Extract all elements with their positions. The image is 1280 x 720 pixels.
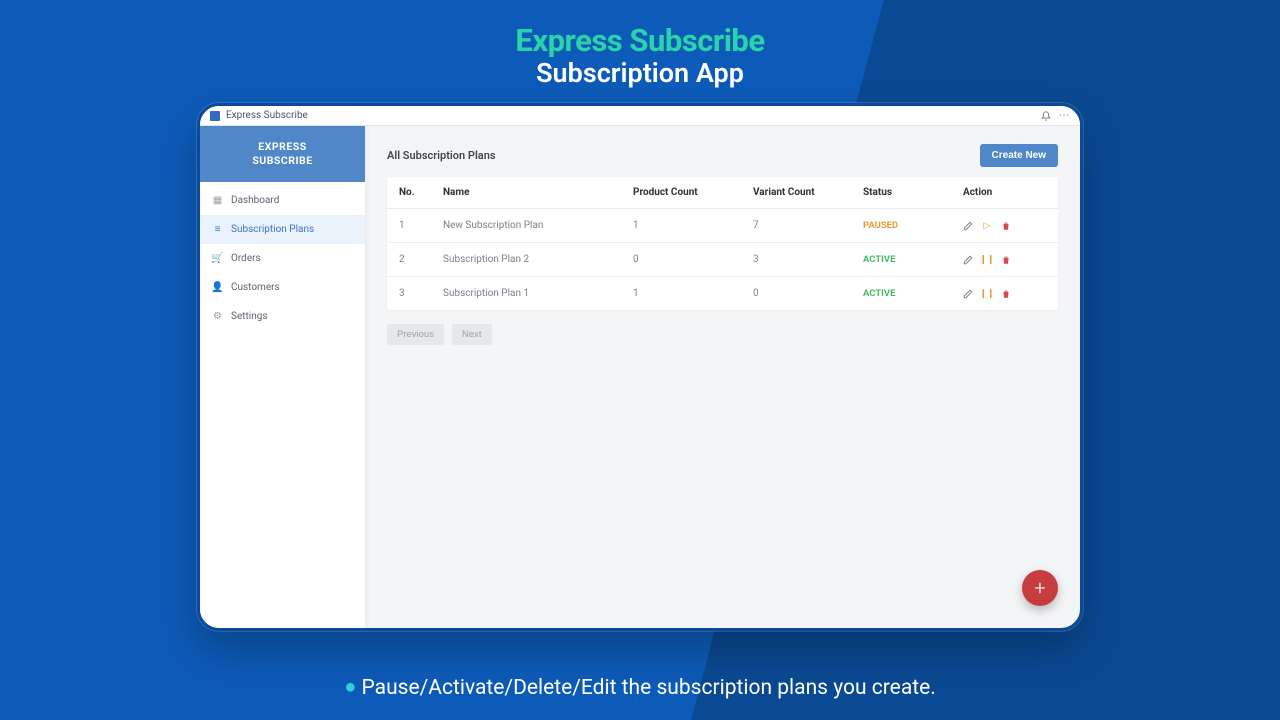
customers-icon: 👤 (212, 282, 223, 293)
titlebar-app-name: Express Subscribe (226, 110, 308, 121)
hero-title: Express Subscribe (0, 22, 1280, 59)
sidebar-nav: ▦ Dashboard ≡ Subscription Plans 🛒 Order… (200, 182, 365, 331)
cell-product-count: 1 (621, 209, 741, 243)
brand-block: EXPRESS SUBSCRIBE (200, 126, 365, 182)
next-button[interactable]: Next (452, 324, 492, 345)
table-row: 1New Subscription Plan17PAUSED▷ (387, 209, 1058, 243)
hero-subtitle: Subscription App (0, 57, 1280, 89)
cell-product-count: 1 (621, 277, 741, 311)
edit-icon[interactable] (963, 289, 973, 299)
sidebar-item-orders[interactable]: 🛒 Orders (200, 244, 365, 273)
cell-name: Subscription Plan 1 (431, 277, 621, 311)
dashboard-icon: ▦ (212, 195, 223, 206)
hero-header: Express Subscribe Subscription App (0, 0, 1280, 89)
cell-product-count: 0 (621, 243, 741, 277)
cell-variant-count: 3 (741, 243, 851, 277)
sidebar-item-label: Customers (231, 282, 280, 293)
play-icon[interactable]: ▷ (982, 221, 992, 231)
bullet-icon: ● (344, 674, 356, 698)
status-badge: ACTIVE (863, 288, 895, 299)
sidebar-item-settings[interactable]: ⚙ Settings (200, 302, 365, 331)
sidebar-item-label: Subscription Plans (231, 224, 314, 235)
pause-icon[interactable]: ❙❙ (982, 255, 992, 265)
col-variant-count: Variant Count (741, 177, 851, 209)
sidebar-item-subscription-plans[interactable]: ≡ Subscription Plans (200, 215, 365, 244)
main-content: All Subscription Plans Create New No. Na… (365, 126, 1080, 628)
table-row: 2Subscription Plan 203 ACTIVE ❙❙ (387, 243, 1058, 277)
slide-caption: ● Pause/Activate/Delete/Edit the subscri… (0, 674, 1280, 700)
cell-no: 2 (387, 243, 431, 277)
status-badge: PAUSED (863, 220, 898, 231)
cell-variant-count: 7 (741, 209, 851, 243)
titlebar: Express Subscribe ⋯ (200, 106, 1080, 126)
plus-icon: + (1034, 576, 1045, 600)
bell-icon[interactable] (1040, 110, 1052, 122)
page-title: All Subscription Plans (387, 149, 496, 162)
brand-line1: EXPRESS (206, 140, 359, 154)
col-no: No. (387, 177, 431, 209)
plans-table: No. Name Product Count Variant Count Sta… (387, 177, 1058, 310)
edit-icon[interactable] (963, 255, 973, 265)
edit-icon[interactable] (963, 221, 973, 231)
orders-icon: 🛒 (212, 253, 223, 264)
plans-icon: ≡ (212, 224, 223, 235)
sidebar-item-dashboard[interactable]: ▦ Dashboard (200, 186, 365, 215)
sidebar: EXPRESS SUBSCRIBE ▦ Dashboard ≡ Subscrip… (200, 126, 365, 628)
col-product-count: Product Count (621, 177, 741, 209)
fab-add-button[interactable]: + (1022, 570, 1058, 606)
status-badge: ACTIVE (863, 254, 895, 265)
previous-button[interactable]: Previous (387, 324, 444, 345)
delete-icon[interactable] (1001, 255, 1011, 265)
cell-no: 1 (387, 209, 431, 243)
create-new-button[interactable]: Create New (980, 144, 1058, 167)
col-status: Status (851, 177, 951, 209)
app-window: Express Subscribe ⋯ EXPRESS SUBSCRIBE ▦ … (197, 103, 1083, 631)
sidebar-item-label: Orders (231, 253, 261, 264)
settings-icon: ⚙ (212, 311, 223, 322)
sidebar-item-label: Settings (231, 311, 268, 322)
table-row: 3Subscription Plan 110 ACTIVE ❙❙ (387, 277, 1058, 311)
caption-text: Pause/Activate/Delete/Edit the subscript… (362, 676, 936, 700)
delete-icon[interactable] (1001, 221, 1011, 231)
cell-name: Subscription Plan 2 (431, 243, 621, 277)
pager: Previous Next (387, 324, 1058, 345)
brand-line2: SUBSCRIBE (206, 154, 359, 168)
col-name: Name (431, 177, 621, 209)
col-action: Action (951, 177, 1058, 209)
cell-variant-count: 0 (741, 277, 851, 311)
more-icon[interactable]: ⋯ (1058, 110, 1070, 122)
sidebar-item-customers[interactable]: 👤 Customers (200, 273, 365, 302)
cell-no: 3 (387, 277, 431, 311)
pause-icon[interactable]: ❙❙ (982, 289, 992, 299)
delete-icon[interactable] (1001, 289, 1011, 299)
app-logo-icon (210, 111, 220, 121)
cell-name: New Subscription Plan (431, 209, 621, 243)
sidebar-item-label: Dashboard (231, 195, 279, 206)
